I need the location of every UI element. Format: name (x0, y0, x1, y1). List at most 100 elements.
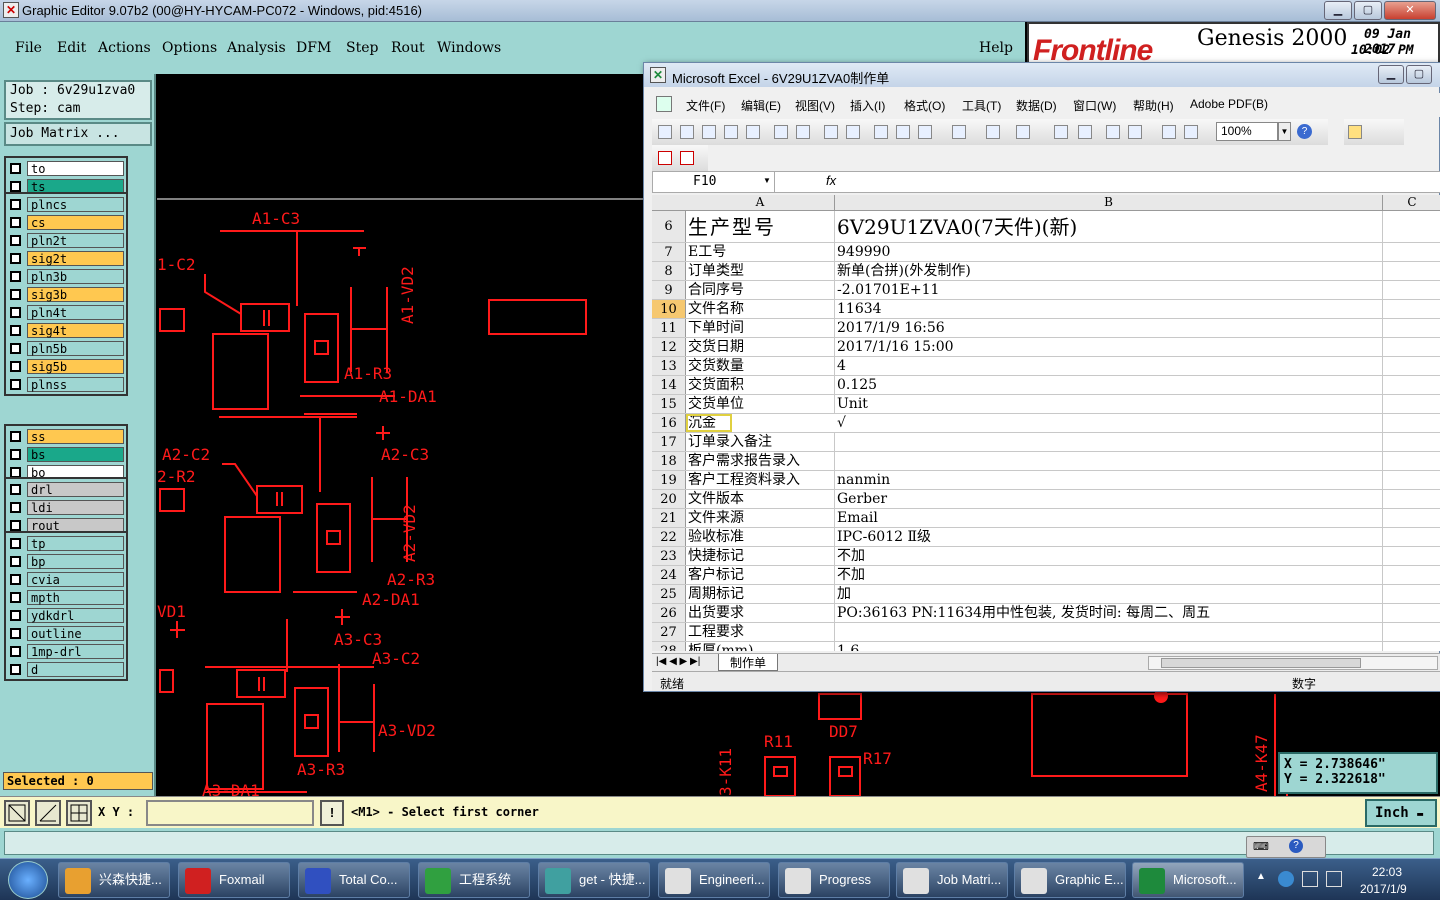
cell-c[interactable] (1383, 262, 1440, 280)
tray-arrow-icon[interactable]: ▲ (1256, 871, 1266, 882)
column-header-c[interactable]: C (1383, 195, 1440, 211)
cell-b[interactable]: Email (835, 509, 1383, 527)
row-header[interactable]: 26 (652, 604, 686, 622)
layer-row[interactable]: pln2t (6, 232, 126, 248)
menu-actions[interactable]: Actions (98, 40, 151, 56)
cell-b[interactable]: 11634 (835, 300, 1383, 318)
cell-b[interactable]: 2017/1/9 16:56 (835, 319, 1383, 337)
minimize-button[interactable]: ▁ (1324, 1, 1352, 20)
layer-checkbox[interactable] (10, 378, 21, 390)
cell-a[interactable]: 合同序号 (686, 281, 835, 299)
taskbar-item[interactable]: Foxmail (178, 862, 290, 898)
cell-b[interactable]: Unit (835, 395, 1383, 413)
layer-row[interactable]: to (6, 160, 126, 176)
sort-asc-icon[interactable] (1106, 125, 1120, 139)
layer-name[interactable]: to (27, 160, 124, 176)
cell-c[interactable] (1383, 471, 1440, 489)
layer-name[interactable]: mpth (27, 589, 124, 605)
name-box-dropdown-icon[interactable]: ▼ (763, 176, 771, 185)
keyboard-icon[interactable]: ⌨ (1253, 840, 1269, 853)
cell-a[interactable]: 交货面积 (686, 376, 835, 394)
menu-step[interactable]: Step (346, 40, 378, 56)
layer-name[interactable]: 1mp-drl (27, 643, 124, 659)
tray-monitor-icon[interactable] (1326, 871, 1342, 887)
tray-network-icon[interactable] (1302, 871, 1318, 887)
cell-a[interactable]: 生产型号 (686, 211, 835, 242)
units-selector[interactable]: Inch ▬ (1365, 799, 1437, 827)
column-header-b[interactable]: B (835, 195, 1383, 211)
row-header[interactable]: 14 (652, 376, 686, 394)
layer-checkbox[interactable] (10, 324, 21, 336)
cell-a[interactable]: 客户标记 (686, 566, 835, 584)
layer-name[interactable]: d (27, 661, 124, 677)
layer-checkbox[interactable] (10, 645, 21, 657)
cell-c[interactable] (1383, 547, 1440, 565)
row-header[interactable]: 9 (652, 281, 686, 299)
cell-a[interactable]: 沉金 (686, 414, 732, 432)
layer-row[interactable]: pln4t (6, 304, 126, 320)
layer-checkbox[interactable] (10, 609, 21, 621)
layer-row[interactable]: sig2t (6, 250, 126, 266)
column-header-a[interactable]: A (686, 195, 835, 211)
cell-c[interactable] (1383, 509, 1440, 527)
new-icon[interactable] (658, 125, 672, 139)
taskbar-item[interactable]: Engineeri... (658, 862, 770, 898)
sort-desc-icon[interactable] (1128, 125, 1142, 139)
layer-name[interactable]: bs (27, 446, 124, 462)
cell-a[interactable]: 文件版本 (686, 490, 835, 508)
sheet-nav-icons[interactable]: |◀ ◀ ▶ ▶| (656, 656, 700, 667)
layer-checkbox[interactable] (10, 483, 21, 495)
open-icon[interactable] (680, 125, 694, 139)
tray-ie-icon[interactable] (1278, 871, 1294, 887)
cell-b[interactable]: 6V29U1ZVA0(7天件)(新) (835, 211, 1383, 242)
paste-icon[interactable] (918, 125, 932, 139)
row-header[interactable]: 19 (652, 471, 686, 489)
layer-name[interactable]: sig2t (27, 250, 124, 266)
cell-c[interactable] (1383, 357, 1440, 375)
layer-checkbox[interactable] (10, 448, 21, 460)
cell-b[interactable] (835, 433, 1383, 451)
layer-row[interactable]: tp (6, 535, 126, 551)
cell-b[interactable]: 2017/1/16 15:00 (835, 338, 1383, 356)
layer-name[interactable]: ss (27, 428, 124, 444)
layer-row[interactable]: ss (6, 428, 126, 444)
layer-name[interactable]: sig3b (27, 286, 124, 302)
cell-c[interactable] (1383, 376, 1440, 394)
row-header[interactable]: 15 (652, 395, 686, 413)
layer-row[interactable]: sig4t (6, 322, 126, 338)
menu-edit[interactable]: Edit (57, 40, 86, 56)
cell-a[interactable]: 验收标准 (686, 528, 835, 546)
help-icon[interactable]: ? (1297, 124, 1312, 139)
xy-input[interactable] (146, 800, 314, 826)
layer-row[interactable]: sig3b (6, 286, 126, 302)
layer-name[interactable]: plncs (27, 196, 124, 212)
row-header[interactable]: 27 (652, 623, 686, 641)
scroll-thumb[interactable] (1161, 658, 1361, 668)
layer-checkbox[interactable] (10, 252, 21, 264)
layer-row[interactable]: cvia (6, 571, 126, 587)
row-header[interactable]: 7 (652, 243, 686, 261)
autosum-icon[interactable] (1078, 125, 1092, 139)
cell-c[interactable] (1383, 281, 1440, 299)
layer-row[interactable]: bs (6, 446, 126, 462)
cell-b[interactable]: 不加 (835, 566, 1383, 584)
cell-c[interactable] (1383, 604, 1440, 622)
cell-a[interactable]: 交货日期 (686, 338, 835, 356)
layer-name[interactable]: sig5b (27, 358, 124, 374)
menu-options[interactable]: Options (162, 40, 217, 56)
layer-checkbox[interactable] (10, 573, 21, 585)
row-header[interactable]: 24 (652, 566, 686, 584)
cell-a[interactable]: 出货要求 (686, 604, 835, 622)
layer-name[interactable]: bp (27, 553, 124, 569)
measure-icon[interactable] (35, 800, 61, 826)
layer-row[interactable]: d (6, 661, 126, 677)
layer-row[interactable]: sig5b (6, 358, 126, 374)
xmenu-file[interactable]: 文件(F) (686, 97, 725, 114)
layer-name[interactable]: outline (27, 625, 124, 641)
layer-checkbox[interactable] (10, 537, 21, 549)
layer-checkbox[interactable] (10, 288, 21, 300)
taskbar-item[interactable]: Progress (778, 862, 890, 898)
chart-icon[interactable] (1162, 125, 1176, 139)
alert-icon[interactable]: ! (320, 800, 344, 826)
layer-row[interactable]: 1mp-drl (6, 643, 126, 659)
